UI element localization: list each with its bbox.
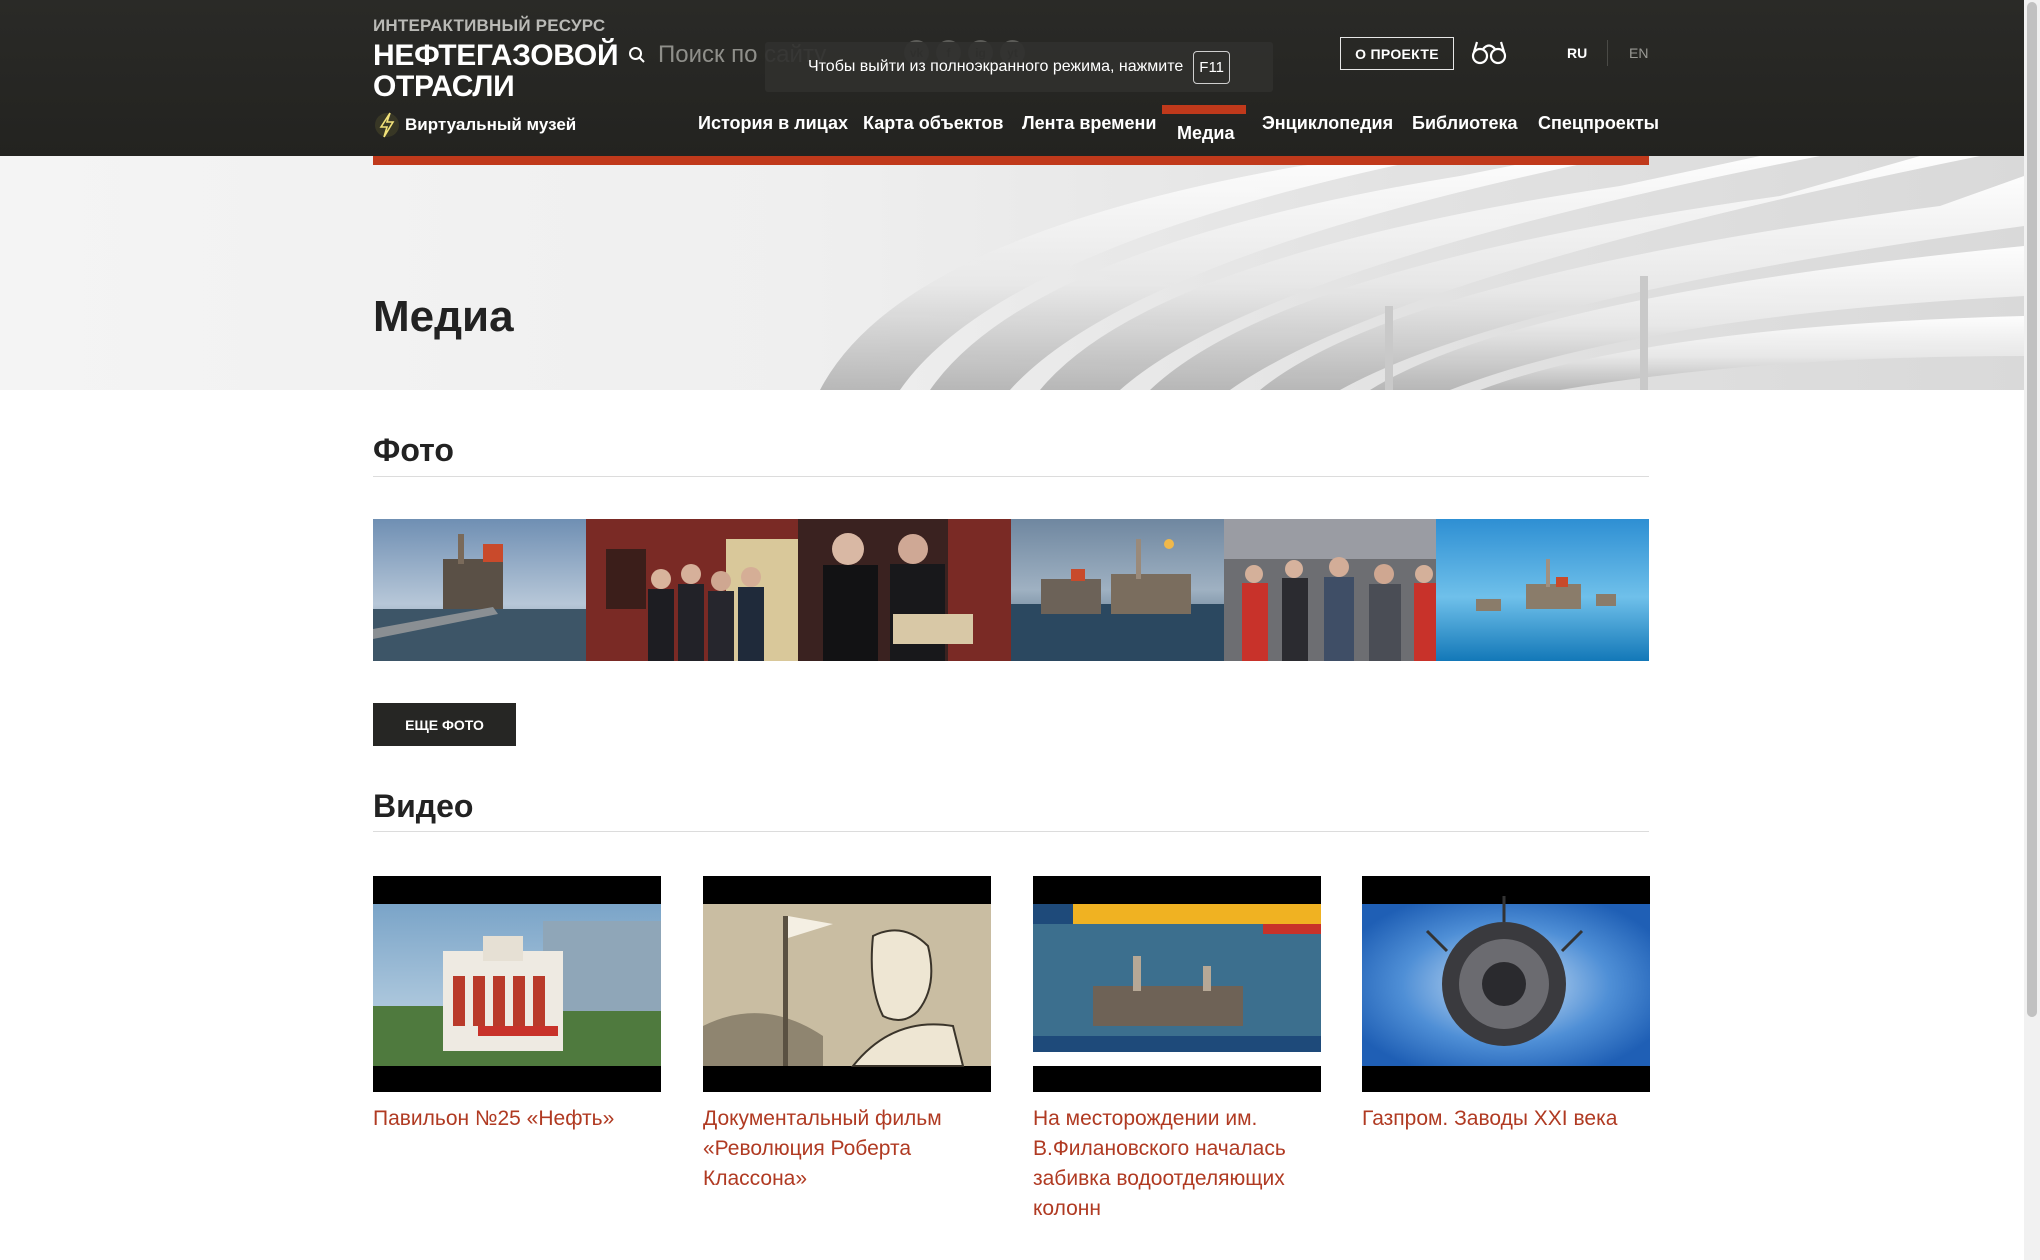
video-section-title: Видео (373, 788, 474, 824)
header-accent-line (373, 156, 1649, 165)
nav-special-projects[interactable]: Спецпроекты (1538, 113, 1659, 134)
video-section-divider (373, 831, 1649, 832)
photo-thumbnail[interactable] (585, 519, 799, 661)
photo-section-divider (373, 476, 1649, 477)
photo-section-title: Фото (373, 432, 454, 468)
lang-en-link[interactable]: EN (1629, 45, 1648, 61)
scrollbar-thumb[interactable] (2027, 2, 2037, 1017)
nav-history[interactable]: История в лицах (698, 113, 848, 134)
nav-encyclopedia[interactable]: Энциклопедия (1262, 113, 1393, 134)
lang-ru-link[interactable]: RU (1567, 45, 1587, 61)
video-thumbnail[interactable] (1362, 876, 1650, 1092)
photo-thumbnail[interactable] (798, 519, 1012, 661)
nav-timeline[interactable]: Лента времени (1022, 113, 1156, 134)
video-title-link[interactable]: Газпром. Заводы XXI века (1362, 1104, 1650, 1134)
photo-thumbnail[interactable] (1436, 519, 1650, 661)
lang-divider (1607, 40, 1608, 66)
site-logo[interactable]: ИНТЕРАКТИВНЫЙ РЕСУРС НЕФТЕГАЗОВОЙ ОТРАСЛ… (373, 16, 619, 103)
page-hero-banner (0, 156, 2024, 390)
video-title-link[interactable]: На месторождении им. В.Филановского нача… (1033, 1104, 1321, 1224)
virtual-museum-link[interactable]: Виртуальный музей (375, 110, 576, 140)
video-thumbnail[interactable] (1033, 876, 1321, 1092)
virtual-museum-label: Виртуальный музей (405, 115, 577, 134)
page-title: Медиа (373, 292, 514, 341)
video-title-link[interactable]: Документальный фильм «Революция Роберта … (703, 1104, 991, 1194)
pipes-illustration (820, 156, 2024, 390)
video-thumbnail[interactable] (373, 876, 661, 1092)
logo-title-line2: ОТРАСЛИ (373, 70, 515, 103)
video-card[interactable]: Документальный фильм «Революция Роберта … (703, 876, 991, 1194)
nav-library[interactable]: Библиотека (1412, 113, 1518, 134)
more-photos-button[interactable]: ЕЩЕ ФОТО (373, 703, 516, 746)
video-card[interactable]: Павильон №25 «Нефть» (373, 876, 661, 1134)
video-title-link[interactable]: Павильон №25 «Нефть» (373, 1104, 661, 1134)
lightning-icon (375, 112, 399, 138)
video-card[interactable]: На месторождении им. В.Филановского нача… (1033, 876, 1321, 1224)
video-card[interactable]: Газпром. Заводы XXI века (1362, 876, 1650, 1134)
glasses-icon[interactable] (1470, 38, 1508, 68)
about-project-button[interactable]: О ПРОЕКТЕ (1340, 37, 1454, 70)
photo-thumbnail[interactable] (1011, 519, 1224, 661)
fullscreen-key: F11 (1193, 50, 1231, 84)
photo-gallery (373, 519, 1650, 661)
search-icon[interactable] (628, 46, 646, 64)
photo-thumbnail[interactable] (373, 519, 586, 661)
logo-title-line1: НЕФТЕГАЗОВОЙ (373, 39, 619, 72)
fullscreen-notice: Чтобы выйти из полноэкранного режима, на… (765, 42, 1273, 92)
site-header: ИНТЕРАКТИВНЫЙ РЕСУРС НЕФТЕГАЗОВОЙ ОТРАСЛ… (0, 0, 2024, 156)
nav-active-indicator (1162, 105, 1246, 114)
photo-thumbnail[interactable] (1223, 519, 1437, 661)
logo-subtitle: ИНТЕРАКТИВНЫЙ РЕСУРС (373, 16, 606, 35)
video-thumbnail[interactable] (703, 876, 991, 1092)
fullscreen-notice-text: Чтобы выйти из полноэкранного режима, на… (807, 58, 1184, 75)
nav-media[interactable]: Медиа (1177, 123, 1235, 144)
nav-map[interactable]: Карта объектов (863, 113, 1003, 134)
